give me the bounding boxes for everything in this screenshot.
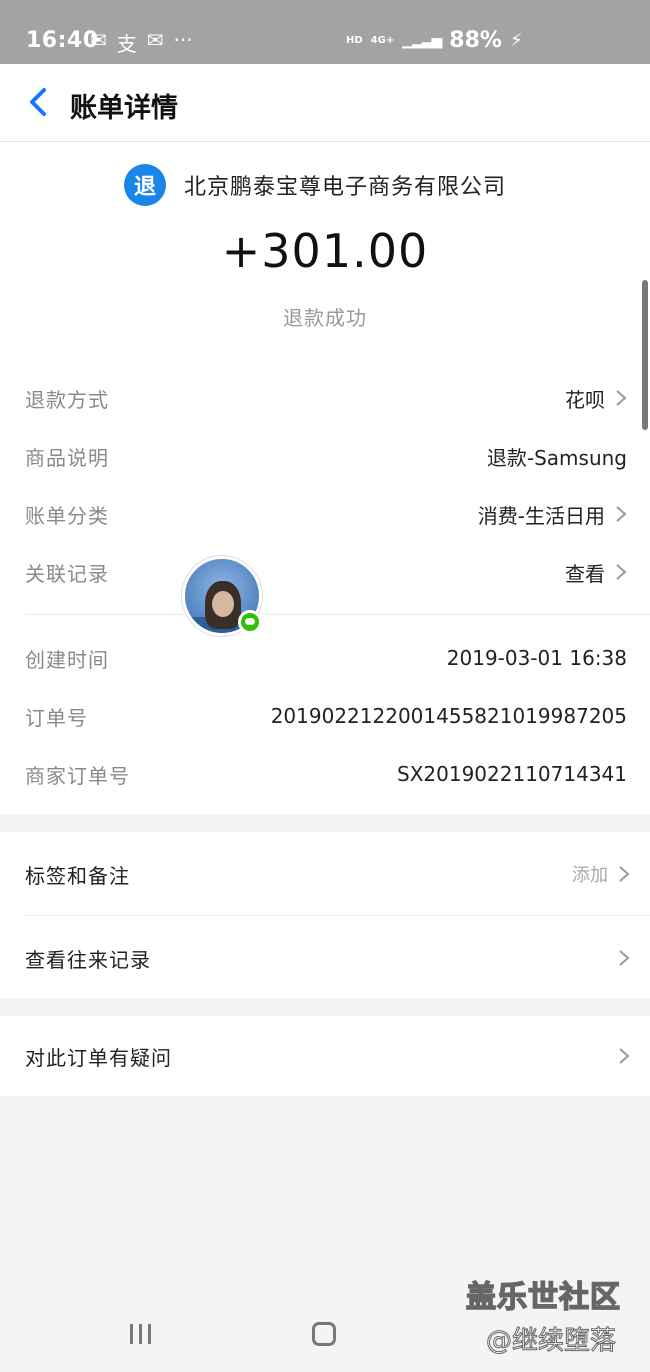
detail-value-text: 查看 bbox=[565, 561, 605, 586]
divider bbox=[25, 614, 650, 615]
status-time: 16:40 bbox=[26, 28, 99, 53]
tags-notes-row[interactable]: 标签和备注 添加 bbox=[25, 854, 630, 894]
tags-label: 标签和备注 bbox=[25, 863, 130, 888]
notification-icons: ✉ 支 ✉ ··· bbox=[90, 28, 193, 57]
chevron-right-icon bbox=[616, 564, 627, 580]
detail-label: 账单分类 bbox=[25, 503, 109, 528]
detail-row-product: 商品说明 退款-Samsung bbox=[25, 436, 627, 476]
refund-badge-icon: 退 bbox=[124, 164, 166, 206]
detail-row-related[interactable]: 关联记录 查看 bbox=[25, 552, 627, 592]
detail-label: 关联记录 bbox=[25, 561, 109, 586]
wechat-icon: ✉ bbox=[146, 28, 164, 52]
merchant: 退 北京鹏泰宝尊电子商务有限公司 bbox=[124, 164, 506, 206]
order-label: 创建时间 bbox=[25, 647, 109, 672]
watermark-author: @继续堕落 bbox=[485, 1326, 617, 1357]
detail-value-text: 消费-生活日用 bbox=[477, 503, 605, 528]
order-label: 商家订单号 bbox=[25, 763, 130, 788]
detail-value: 花呗 bbox=[565, 384, 627, 413]
divider bbox=[25, 915, 650, 916]
order-row-created: 创建时间 2019-03-01 16:38 bbox=[25, 638, 627, 678]
history-value bbox=[608, 949, 630, 967]
history-label: 查看往来记录 bbox=[25, 947, 151, 972]
chevron-right-icon bbox=[619, 1048, 630, 1064]
app-header: 账单详情 bbox=[0, 64, 650, 142]
recent-apps-icon[interactable] bbox=[130, 1324, 151, 1344]
order-label: 订单号 bbox=[25, 705, 88, 730]
detail-label: 退款方式 bbox=[25, 387, 109, 412]
detail-row-category[interactable]: 账单分类 消费-生活日用 bbox=[25, 494, 627, 534]
detail-value: 消费-生活日用 bbox=[478, 500, 627, 529]
question-label: 对此订单有疑问 bbox=[25, 1045, 172, 1070]
battery-percent: 88% bbox=[449, 28, 502, 53]
question-value bbox=[608, 1047, 630, 1065]
alipay-icon: 支 bbox=[116, 32, 137, 56]
tags-add-text: 添加 bbox=[572, 865, 608, 886]
order-value: SX2019022110714341 bbox=[397, 762, 627, 786]
status-right: HD 4G+ ▁▂▃▅ 88% ⚡ bbox=[346, 28, 523, 53]
order-value: 2019-03-01 16:38 bbox=[446, 646, 627, 670]
hd-indicator: HD bbox=[346, 35, 363, 46]
order-row-number: 订单号 2019022122001455821019987205 bbox=[25, 696, 627, 736]
wechat-badge-icon bbox=[238, 610, 262, 634]
order-value: 2019022122001455821019987205 bbox=[270, 704, 627, 728]
page-title: 账单详情 bbox=[70, 93, 178, 124]
chevron-right-icon bbox=[616, 390, 627, 406]
chevron-left-icon bbox=[30, 88, 46, 116]
detail-label: 商品说明 bbox=[25, 445, 109, 470]
history-row[interactable]: 查看往来记录 bbox=[25, 938, 630, 978]
home-icon[interactable] bbox=[312, 1322, 336, 1346]
actions-card: 标签和备注 添加 查看往来记录 bbox=[0, 832, 650, 998]
watermark-title: 盖乐世社区 bbox=[465, 1279, 621, 1316]
back-button[interactable] bbox=[22, 84, 58, 120]
detail-row-refund-method[interactable]: 退款方式 花呗 bbox=[25, 378, 627, 418]
merchant-name: 北京鹏泰宝尊电子商务有限公司 bbox=[184, 175, 507, 200]
question-card: 对此订单有疑问 bbox=[0, 1016, 650, 1096]
chevron-right-icon bbox=[616, 506, 627, 522]
order-row-merchant-number: 商家订单号 SX2019022110714341 bbox=[25, 754, 627, 794]
detail-value: 退款-Samsung bbox=[487, 442, 627, 471]
more-notifications: ··· bbox=[173, 28, 193, 52]
signal-icon: ▁▂▃▅ bbox=[402, 32, 442, 49]
wechat-icon: ✉ bbox=[90, 28, 107, 52]
network-indicator: 4G+ bbox=[370, 35, 395, 46]
chevron-right-icon bbox=[619, 866, 630, 882]
scroll-indicator[interactable] bbox=[642, 280, 648, 430]
tags-value: 添加 bbox=[572, 861, 630, 887]
bill-summary-card: 退 北京鹏泰宝尊电子商务有限公司 +301.00 退款成功 退款方式 花呗 商品… bbox=[0, 142, 650, 814]
chevron-right-icon bbox=[619, 950, 630, 966]
detail-value-text: 花呗 bbox=[565, 387, 605, 412]
bill-status: 退款成功 bbox=[283, 306, 367, 330]
question-row[interactable]: 对此订单有疑问 bbox=[25, 1036, 630, 1076]
detail-value: 查看 bbox=[565, 558, 627, 587]
avatar-face bbox=[212, 591, 234, 617]
battery-charging-icon: ⚡ bbox=[509, 30, 523, 51]
detail-value-text: 退款-Samsung bbox=[486, 445, 627, 470]
bill-amount: +301.00 bbox=[221, 224, 429, 278]
